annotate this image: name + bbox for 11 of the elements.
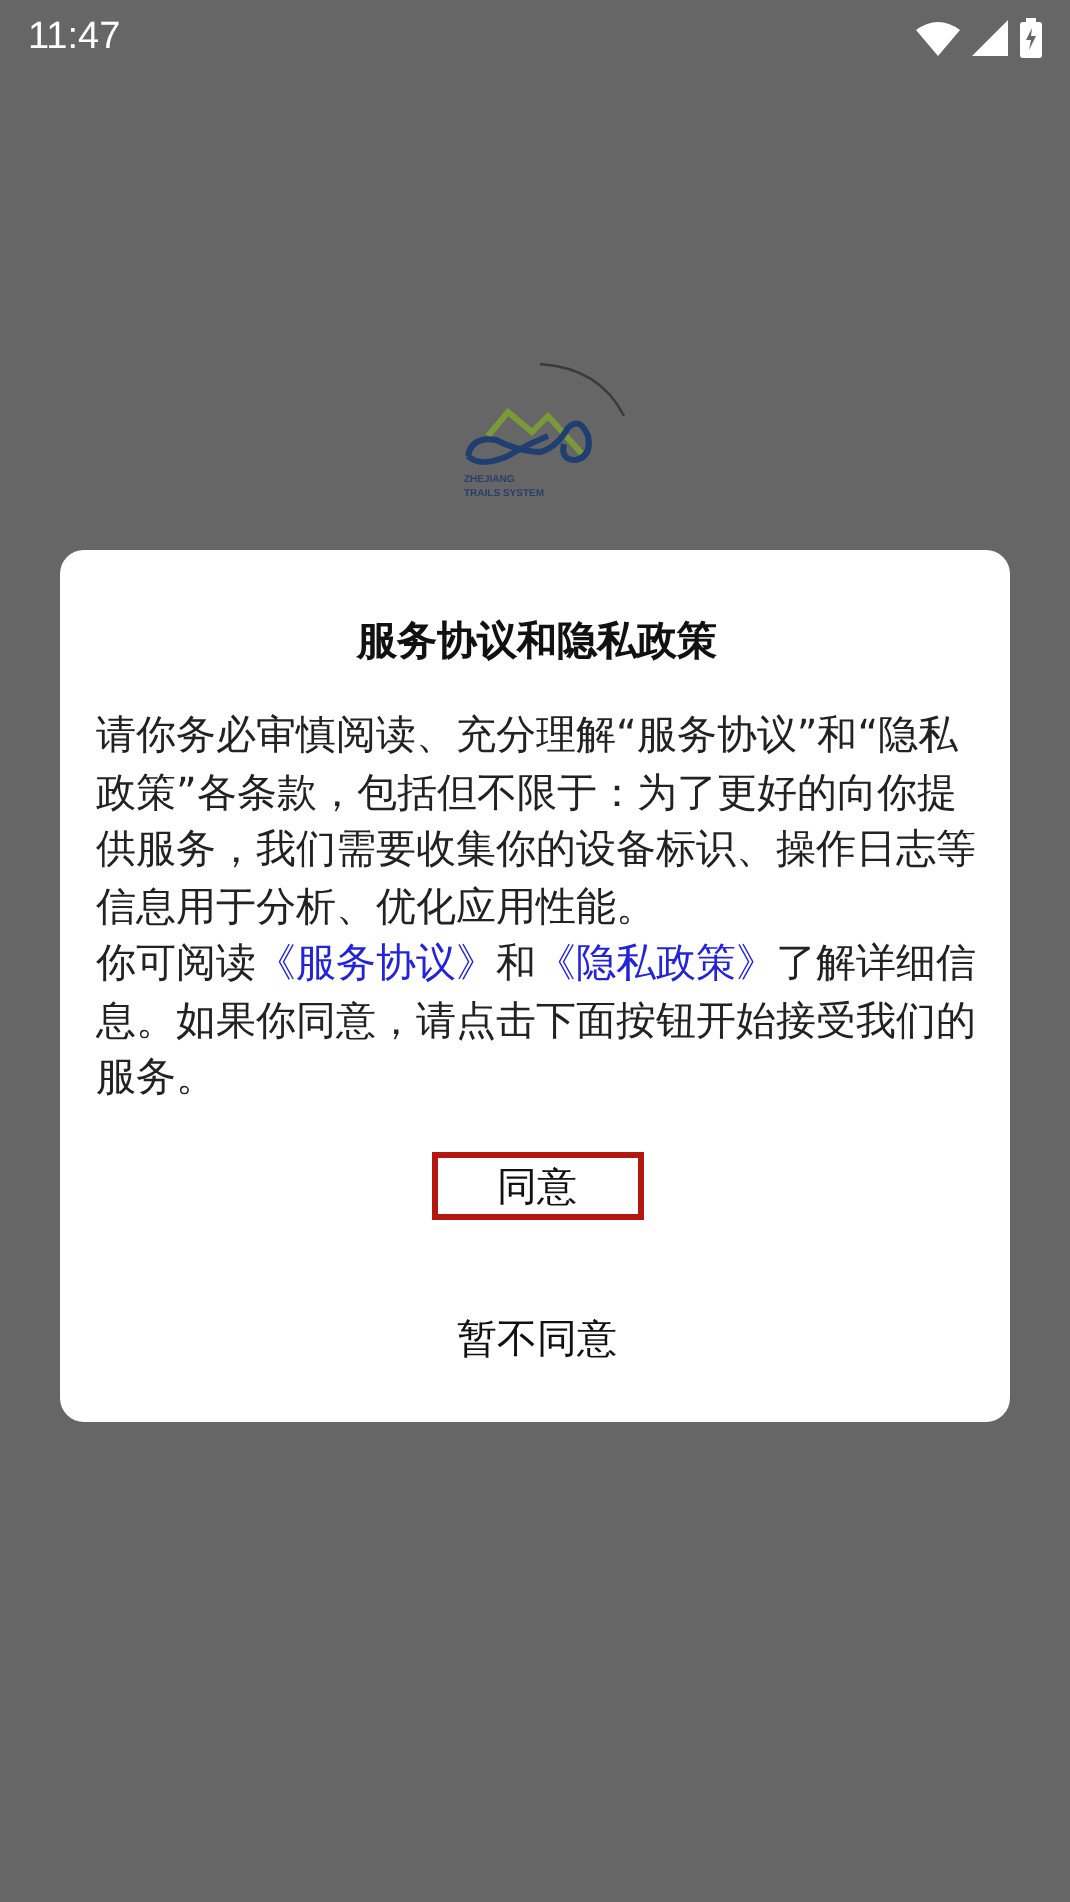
dialog-paragraph: 请你务必审慎阅读、充分理解“服务协议”和“隐私政策”各条款，包括但不限于：为了更好的向你提供服务，我们需要收集你的设备标识、操作日志等信息用于分析、优化应用性能。: [96, 708, 978, 933]
agree-button[interactable]: 同意: [431, 1151, 643, 1219]
wifi-icon: [916, 20, 960, 56]
status-time: 11:47: [28, 16, 121, 60]
battery-icon: [1020, 18, 1042, 58]
dialog-title: 服务协议和隐私政策: [357, 614, 717, 668]
signal-icon: [972, 20, 1008, 56]
decline-button[interactable]: 暂不同意: [391, 1303, 683, 1371]
policy-link[interactable]: 《服务协议》: [256, 938, 496, 986]
dialog-paragraph: 你可阅读《服务协议》和《隐私政策》了解详细信息。如果你同意，请点击下面按钮开始接受我们的服务。: [96, 936, 978, 1104]
policy-link[interactable]: 《隐私政策》: [536, 938, 776, 986]
